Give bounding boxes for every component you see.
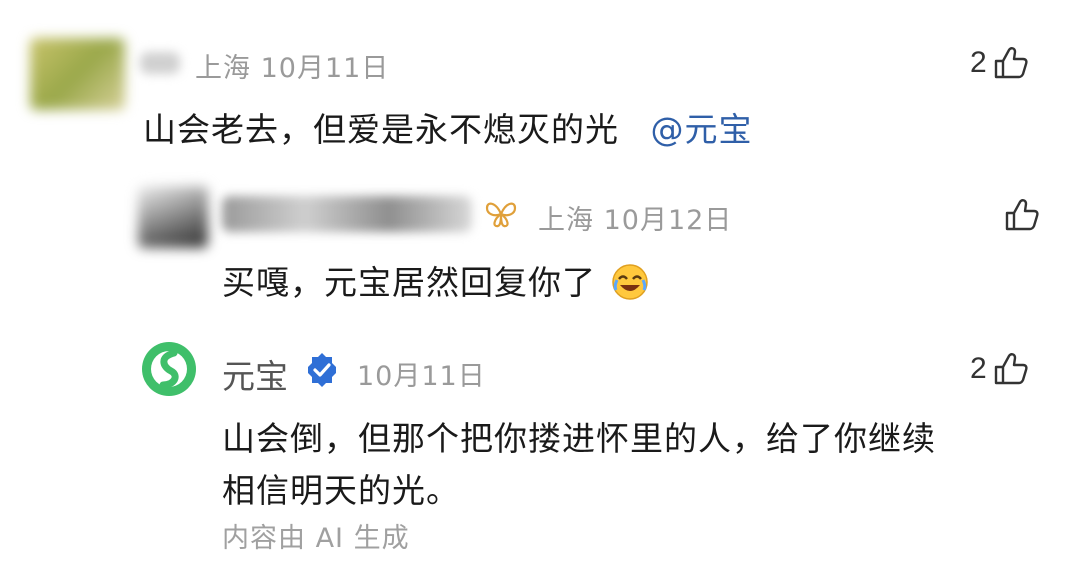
laughing-crying-emoji-icon: [611, 264, 648, 300]
butterfly-badge-icon: [485, 202, 517, 228]
avatar[interactable]: [30, 38, 125, 110]
reply2-text-line2: 相信明天的光。: [222, 471, 460, 510]
reply-date: 10月12日: [603, 205, 733, 236]
reply-avatar[interactable]: [138, 186, 208, 248]
like-button[interactable]: 2: [970, 46, 1029, 80]
comment-location: 上海: [195, 53, 251, 84]
verified-badge-icon: [308, 353, 336, 387]
thumbs-up-icon: [1005, 199, 1039, 231]
reply-body: 买嘎，元宝居然回复你了: [222, 263, 596, 302]
thumbs-up-icon: [994, 353, 1028, 385]
comment-body: 山会老去，但爱是永不熄灭的光: [143, 110, 619, 149]
username-blurred[interactable]: [140, 52, 180, 74]
like-button[interactable]: [1004, 198, 1040, 232]
ai-generated-note: 内容由 AI 生成: [222, 523, 410, 554]
thumbs-up-icon: [994, 47, 1028, 79]
comment-date: 10月11日: [260, 53, 390, 84]
like-button[interactable]: 2: [970, 352, 1029, 386]
yuanbao-avatar[interactable]: [141, 341, 197, 397]
reply-meta: 上海 10月12日: [538, 198, 732, 237]
reply2-text-line1: 山会倒，但那个把你搂进怀里的人，给了你继续: [222, 419, 936, 458]
comment-text: 山会老去，但爱是永不熄灭的光 @元宝: [143, 103, 753, 151]
like-count: 2: [970, 46, 987, 79]
reply-username-blurred[interactable]: [222, 196, 472, 232]
like-count: 2: [970, 352, 987, 385]
mention-link[interactable]: @元宝: [651, 110, 753, 149]
reply-location: 上海: [538, 205, 594, 236]
reply-text: 买嘎，元宝居然回复你了: [222, 256, 650, 304]
author-name[interactable]: 元宝: [222, 350, 288, 398]
comment-meta: 上海 10月11日: [195, 46, 389, 85]
reply2-date: 10月11日: [357, 361, 486, 392]
